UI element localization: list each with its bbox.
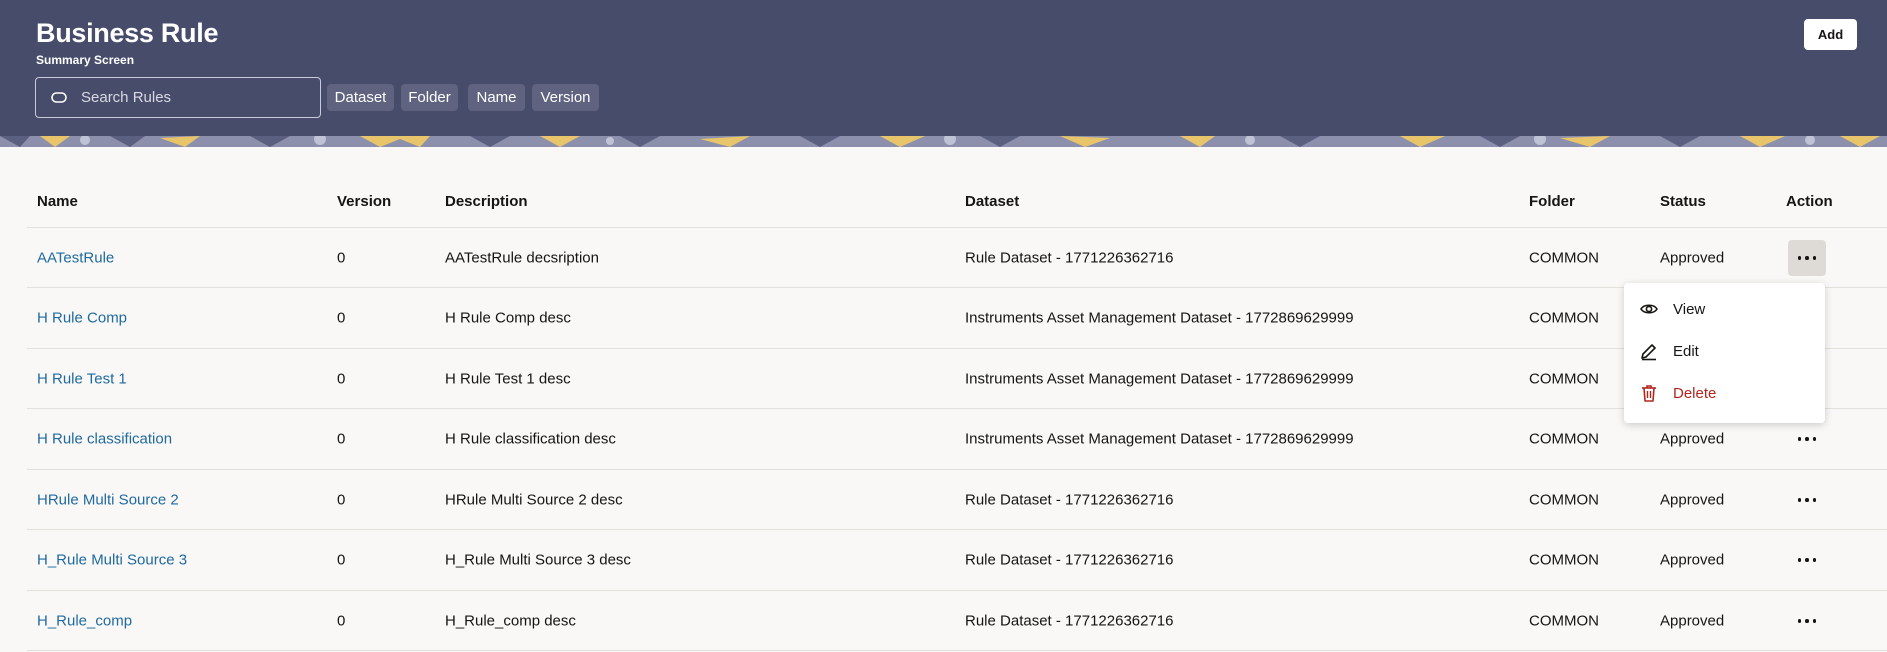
rule-status: Approved xyxy=(1660,612,1725,630)
rule-version: 0 xyxy=(337,612,346,630)
row-action-menu: View Edit Delete xyxy=(1624,283,1825,423)
more-icon xyxy=(1797,256,1817,260)
rule-description: AATestRule decsription xyxy=(445,249,599,267)
rule-name-link[interactable]: AATestRule xyxy=(37,250,114,267)
row-actions-button[interactable] xyxy=(1788,542,1826,578)
rule-name-link[interactable]: H Rule Test 1 xyxy=(37,371,127,388)
row-actions-button[interactable] xyxy=(1788,421,1826,457)
rule-dataset: Rule Dataset - 1771226362716 xyxy=(965,491,1174,509)
rule-name-link[interactable]: H Rule classification xyxy=(37,431,172,448)
column-header-dataset[interactable]: Dataset xyxy=(965,193,1019,210)
table-row: H Rule Comp 0 H Rule Comp desc Instrumen… xyxy=(0,288,1887,348)
more-icon xyxy=(1797,558,1817,562)
rule-version: 0 xyxy=(337,551,346,569)
filter-chip-version[interactable]: Version xyxy=(532,84,599,111)
rule-description: H_Rule Multi Source 3 desc xyxy=(445,551,631,569)
banner-decoration xyxy=(0,136,1887,147)
filter-chip-folder[interactable]: Folder xyxy=(401,84,458,111)
page-header: Business Rule Summary Screen Add Dataset… xyxy=(0,0,1887,147)
menu-item-label: Delete xyxy=(1673,384,1717,402)
rule-status: Approved xyxy=(1660,491,1725,509)
rule-dataset: Instruments Asset Management Dataset - 1… xyxy=(965,370,1354,388)
eye-icon xyxy=(1640,304,1658,314)
rule-folder: COMMON xyxy=(1529,309,1599,327)
column-header-name[interactable]: Name xyxy=(37,193,78,210)
rule-folder: COMMON xyxy=(1529,612,1599,630)
column-header-action: Action xyxy=(1786,193,1833,210)
rule-description: H Rule Test 1 desc xyxy=(445,370,571,388)
rule-description: H Rule Comp desc xyxy=(445,309,571,327)
row-actions-button[interactable] xyxy=(1788,240,1826,276)
table-row: H Rule Test 1 0 H Rule Test 1 desc Instr… xyxy=(0,349,1887,409)
rule-folder: COMMON xyxy=(1529,551,1599,569)
rule-folder: COMMON xyxy=(1529,491,1599,509)
row-divider xyxy=(27,650,1887,651)
table-row: H_Rule Multi Source 3 0 H_Rule Multi Sou… xyxy=(0,530,1887,590)
search-input[interactable] xyxy=(81,78,311,117)
column-header-status[interactable]: Status xyxy=(1660,193,1706,210)
table-row: H_Rule_comp 0 H_Rule_comp desc Rule Data… xyxy=(0,591,1887,651)
table-row: H Rule classification 0 H Rule classific… xyxy=(0,409,1887,469)
menu-item-delete[interactable]: Delete xyxy=(1624,373,1825,413)
pencil-icon xyxy=(1641,344,1656,361)
table-row: HRule Multi Source 2 0 HRule Multi Sourc… xyxy=(0,470,1887,530)
rule-version: 0 xyxy=(337,430,346,448)
rule-status: Approved xyxy=(1660,249,1725,267)
rule-description: H Rule classification desc xyxy=(445,430,616,448)
page-title: Business Rule xyxy=(36,18,219,48)
more-icon xyxy=(1797,619,1817,623)
more-icon xyxy=(1797,437,1817,441)
rule-version: 0 xyxy=(337,249,346,267)
rule-name-link[interactable]: H_Rule_comp xyxy=(37,613,132,630)
column-header-folder[interactable]: Folder xyxy=(1529,193,1575,210)
menu-item-edit[interactable]: Edit xyxy=(1624,331,1825,371)
filter-chip-dataset[interactable]: Dataset xyxy=(327,84,394,111)
page-subtitle: Summary Screen xyxy=(36,53,135,67)
rule-version: 0 xyxy=(337,491,346,509)
column-header-version[interactable]: Version xyxy=(337,193,391,210)
rule-name-link[interactable]: H_Rule Multi Source 3 xyxy=(37,552,187,569)
more-icon xyxy=(1797,498,1817,502)
add-button[interactable]: Add xyxy=(1804,19,1857,50)
trash-icon xyxy=(1642,385,1656,402)
rule-status: Approved xyxy=(1660,430,1725,448)
table-row: AATestRule 0 AATestRule decsription Rule… xyxy=(0,228,1887,288)
rule-name-link[interactable]: H Rule Comp xyxy=(37,310,127,327)
filter-chip-name[interactable]: Name xyxy=(468,84,525,111)
rule-dataset: Instruments Asset Management Dataset - 1… xyxy=(965,309,1354,327)
rule-dataset: Rule Dataset - 1771226362716 xyxy=(965,612,1174,630)
rule-status: Approved xyxy=(1660,551,1725,569)
rule-description: HRule Multi Source 2 desc xyxy=(445,491,623,509)
menu-item-label: Edit xyxy=(1673,342,1699,360)
menu-item-view[interactable]: View xyxy=(1624,289,1825,329)
search-icon xyxy=(51,92,67,103)
rule-version: 0 xyxy=(337,309,346,327)
rule-version: 0 xyxy=(337,370,346,388)
rule-description: H_Rule_comp desc xyxy=(445,612,576,630)
row-actions-button[interactable] xyxy=(1788,603,1826,639)
rule-name-link[interactable]: HRule Multi Source 2 xyxy=(37,492,179,509)
rule-folder: COMMON xyxy=(1529,249,1599,267)
rule-folder: COMMON xyxy=(1529,370,1599,388)
rule-dataset: Rule Dataset - 1771226362716 xyxy=(965,249,1174,267)
rule-folder: COMMON xyxy=(1529,430,1599,448)
row-actions-button[interactable] xyxy=(1788,482,1826,518)
search-box[interactable] xyxy=(35,77,321,118)
rule-dataset: Instruments Asset Management Dataset - 1… xyxy=(965,430,1354,448)
column-header-description[interactable]: Description xyxy=(445,193,528,210)
rule-dataset: Rule Dataset - 1771226362716 xyxy=(965,551,1174,569)
menu-item-label: View xyxy=(1673,300,1706,318)
